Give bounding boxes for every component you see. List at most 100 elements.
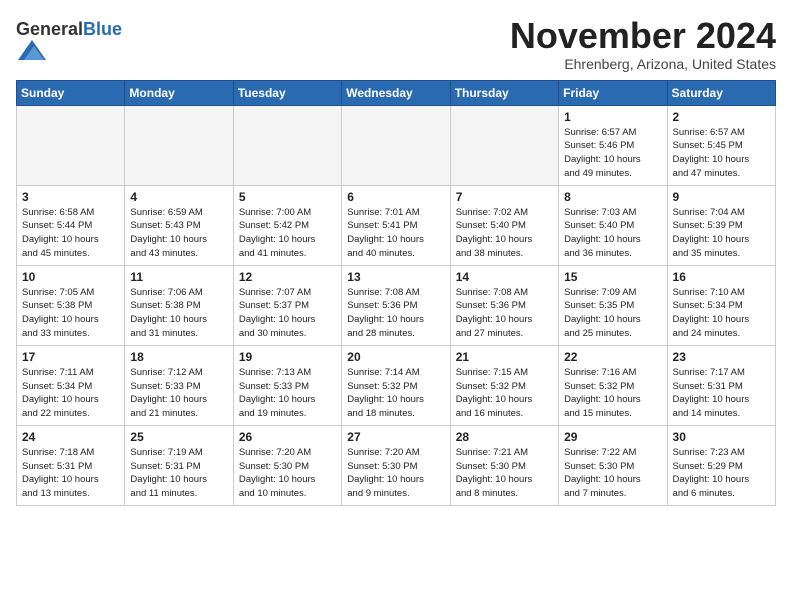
calendar-day-cell: 30 Sunrise: 7:23 AM Sunset: 5:29 PM Dayli… [667,425,775,505]
day-number: 3 [22,190,119,204]
calendar-header-friday: Friday [559,80,667,105]
day-number: 17 [22,350,119,364]
calendar-day-cell: 8 Sunrise: 7:03 AM Sunset: 5:40 PM Daylig… [559,185,667,265]
calendar-header-thursday: Thursday [450,80,558,105]
day-info: Sunrise: 7:08 AM Sunset: 5:36 PM Dayligh… [456,286,553,341]
logo-icon [18,36,46,64]
day-info: Sunrise: 7:00 AM Sunset: 5:42 PM Dayligh… [239,206,336,261]
day-number: 5 [239,190,336,204]
day-info: Sunrise: 6:59 AM Sunset: 5:43 PM Dayligh… [130,206,227,261]
calendar-day-cell: 7 Sunrise: 7:02 AM Sunset: 5:40 PM Daylig… [450,185,558,265]
calendar-header-row: SundayMondayTuesdayWednesdayThursdayFrid… [17,80,776,105]
day-info: Sunrise: 6:57 AM Sunset: 5:45 PM Dayligh… [673,126,770,181]
calendar-day-cell: 2 Sunrise: 6:57 AM Sunset: 5:45 PM Daylig… [667,105,775,185]
day-number: 26 [239,430,336,444]
day-info: Sunrise: 7:19 AM Sunset: 5:31 PM Dayligh… [130,446,227,501]
calendar-day-cell [233,105,341,185]
day-number: 1 [564,110,661,124]
calendar-day-cell: 9 Sunrise: 7:04 AM Sunset: 5:39 PM Daylig… [667,185,775,265]
day-info: Sunrise: 7:16 AM Sunset: 5:32 PM Dayligh… [564,366,661,421]
day-info: Sunrise: 7:06 AM Sunset: 5:38 PM Dayligh… [130,286,227,341]
calendar-day-cell: 13 Sunrise: 7:08 AM Sunset: 5:36 PM Dayli… [342,265,450,345]
day-number: 10 [22,270,119,284]
day-info: Sunrise: 7:07 AM Sunset: 5:37 PM Dayligh… [239,286,336,341]
day-number: 9 [673,190,770,204]
day-info: Sunrise: 7:01 AM Sunset: 5:41 PM Dayligh… [347,206,444,261]
day-info: Sunrise: 7:15 AM Sunset: 5:32 PM Dayligh… [456,366,553,421]
calendar-day-cell: 1 Sunrise: 6:57 AM Sunset: 5:46 PM Daylig… [559,105,667,185]
calendar-day-cell: 21 Sunrise: 7:15 AM Sunset: 5:32 PM Dayli… [450,345,558,425]
day-info: Sunrise: 7:12 AM Sunset: 5:33 PM Dayligh… [130,366,227,421]
calendar-day-cell: 26 Sunrise: 7:20 AM Sunset: 5:30 PM Dayli… [233,425,341,505]
day-info: Sunrise: 7:20 AM Sunset: 5:30 PM Dayligh… [239,446,336,501]
day-number: 2 [673,110,770,124]
calendar-header-sunday: Sunday [17,80,125,105]
calendar-day-cell: 12Sunrise: 7:07 AM Sunset: 5:37 PM Dayli… [233,265,341,345]
page: GeneralBlue November 2024 Ehrenberg, Ari… [0,0,792,612]
day-number: 29 [564,430,661,444]
calendar-day-cell: 28 Sunrise: 7:21 AM Sunset: 5:30 PM Dayli… [450,425,558,505]
calendar-day-cell: 19Sunrise: 7:13 AM Sunset: 5:33 PM Dayli… [233,345,341,425]
calendar-day-cell [125,105,233,185]
day-number: 23 [673,350,770,364]
day-info: Sunrise: 7:21 AM Sunset: 5:30 PM Dayligh… [456,446,553,501]
day-number: 22 [564,350,661,364]
calendar-day-cell: 11Sunrise: 7:06 AM Sunset: 5:38 PM Dayli… [125,265,233,345]
day-info: Sunrise: 7:08 AM Sunset: 5:36 PM Dayligh… [347,286,444,341]
calendar-day-cell: 23 Sunrise: 7:17 AM Sunset: 5:31 PM Dayli… [667,345,775,425]
calendar-day-cell: 29 Sunrise: 7:22 AM Sunset: 5:30 PM Dayli… [559,425,667,505]
calendar-day-cell: 17 Sunrise: 7:11 AM Sunset: 5:34 PM Dayli… [17,345,125,425]
calendar-week-row: 1 Sunrise: 6:57 AM Sunset: 5:46 PM Daylig… [17,105,776,185]
calendar-day-cell: 20 Sunrise: 7:14 AM Sunset: 5:32 PM Dayli… [342,345,450,425]
day-number: 30 [673,430,770,444]
day-number: 28 [456,430,553,444]
header: GeneralBlue November 2024 Ehrenberg, Ari… [16,16,776,72]
day-number: 16 [673,270,770,284]
day-info: Sunrise: 7:09 AM Sunset: 5:35 PM Dayligh… [564,286,661,341]
day-number: 18 [130,350,227,364]
day-info: Sunrise: 7:17 AM Sunset: 5:31 PM Dayligh… [673,366,770,421]
calendar-day-cell [450,105,558,185]
day-info: Sunrise: 7:14 AM Sunset: 5:32 PM Dayligh… [347,366,444,421]
day-info: Sunrise: 7:11 AM Sunset: 5:34 PM Dayligh… [22,366,119,421]
calendar-day-cell: 16 Sunrise: 7:10 AM Sunset: 5:34 PM Dayli… [667,265,775,345]
title-block: November 2024 Ehrenberg, Arizona, United… [510,16,776,72]
day-number: 21 [456,350,553,364]
calendar-week-row: 10 Sunrise: 7:05 AM Sunset: 5:38 PM Dayli… [17,265,776,345]
day-number: 4 [130,190,227,204]
day-info: Sunrise: 7:10 AM Sunset: 5:34 PM Dayligh… [673,286,770,341]
calendar-day-cell: 10 Sunrise: 7:05 AM Sunset: 5:38 PM Dayli… [17,265,125,345]
location-subtitle: Ehrenberg, Arizona, United States [510,56,776,72]
day-info: Sunrise: 7:05 AM Sunset: 5:38 PM Dayligh… [22,286,119,341]
day-number: 24 [22,430,119,444]
day-number: 27 [347,430,444,444]
day-info: Sunrise: 7:20 AM Sunset: 5:30 PM Dayligh… [347,446,444,501]
day-info: Sunrise: 7:23 AM Sunset: 5:29 PM Dayligh… [673,446,770,501]
calendar-day-cell: 3 Sunrise: 6:58 AM Sunset: 5:44 PM Daylig… [17,185,125,265]
month-title: November 2024 [510,16,776,56]
calendar-header-monday: Monday [125,80,233,105]
day-number: 8 [564,190,661,204]
calendar-week-row: 24 Sunrise: 7:18 AM Sunset: 5:31 PM Dayli… [17,425,776,505]
calendar-day-cell: 14Sunrise: 7:08 AM Sunset: 5:36 PM Dayli… [450,265,558,345]
day-number: 7 [456,190,553,204]
day-info: Sunrise: 7:13 AM Sunset: 5:33 PM Dayligh… [239,366,336,421]
day-info: Sunrise: 6:57 AM Sunset: 5:46 PM Dayligh… [564,126,661,181]
day-info: Sunrise: 7:02 AM Sunset: 5:40 PM Dayligh… [456,206,553,261]
calendar-day-cell: 15Sunrise: 7:09 AM Sunset: 5:35 PM Dayli… [559,265,667,345]
day-number: 13 [347,270,444,284]
calendar-day-cell [17,105,125,185]
day-info: Sunrise: 7:03 AM Sunset: 5:40 PM Dayligh… [564,206,661,261]
calendar-day-cell: 27 Sunrise: 7:20 AM Sunset: 5:30 PM Dayli… [342,425,450,505]
day-info: Sunrise: 7:22 AM Sunset: 5:30 PM Dayligh… [564,446,661,501]
calendar-header-wednesday: Wednesday [342,80,450,105]
calendar-day-cell: 4 Sunrise: 6:59 AM Sunset: 5:43 PM Daylig… [125,185,233,265]
calendar-day-cell [342,105,450,185]
calendar-day-cell: 25Sunrise: 7:19 AM Sunset: 5:31 PM Dayli… [125,425,233,505]
day-info: Sunrise: 7:04 AM Sunset: 5:39 PM Dayligh… [673,206,770,261]
day-info: Sunrise: 6:58 AM Sunset: 5:44 PM Dayligh… [22,206,119,261]
logo-blue-text: Blue [83,19,122,39]
day-number: 20 [347,350,444,364]
calendar-day-cell: 18 Sunrise: 7:12 AM Sunset: 5:33 PM Dayli… [125,345,233,425]
day-info: Sunrise: 7:18 AM Sunset: 5:31 PM Dayligh… [22,446,119,501]
